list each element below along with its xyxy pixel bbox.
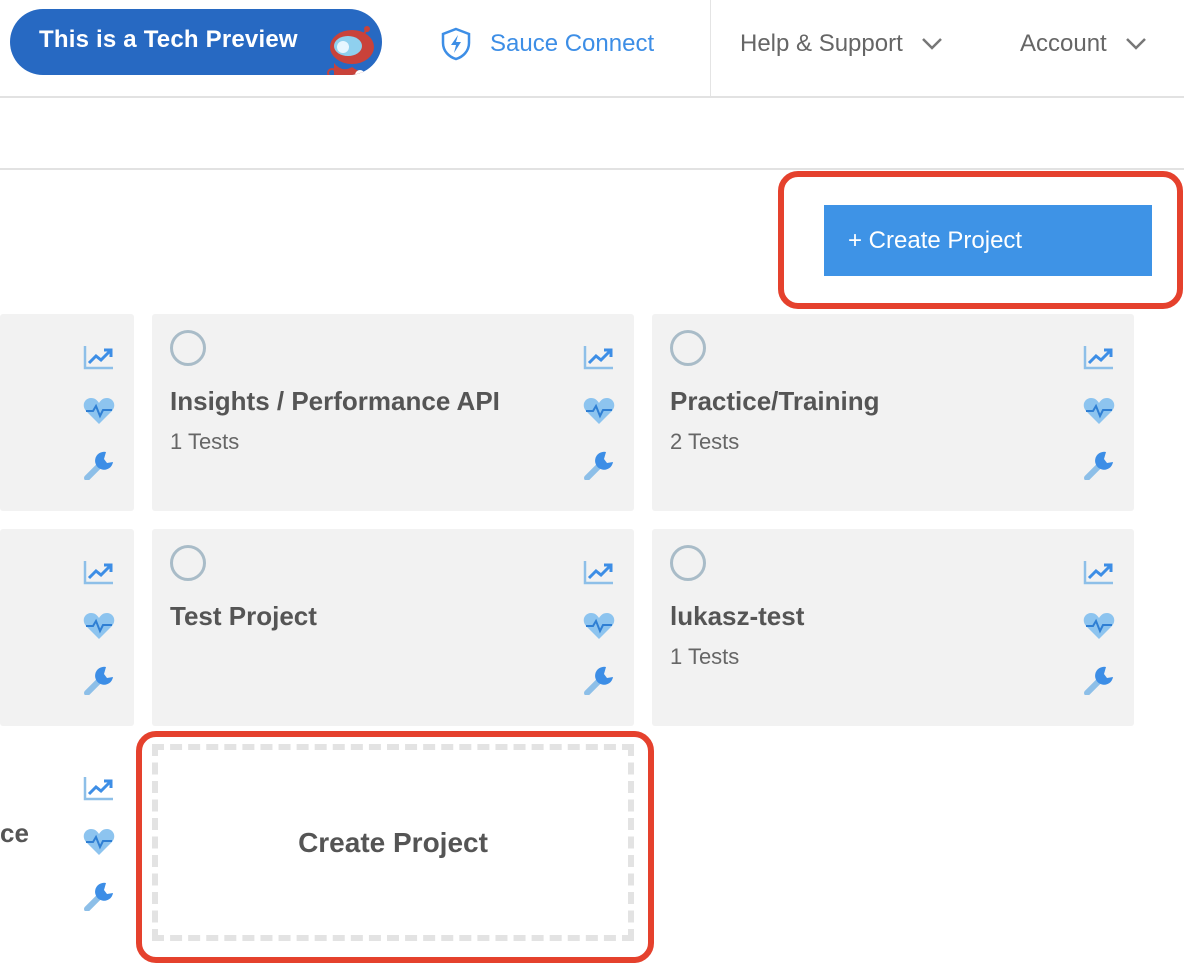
heartbeat-icon[interactable]	[1082, 611, 1116, 641]
project-card[interactable]: Test Project	[152, 529, 634, 726]
trend-chart-icon[interactable]	[82, 557, 116, 587]
heartbeat-icon[interactable]	[82, 827, 116, 857]
project-card[interactable]	[0, 314, 134, 511]
sauce-connect-link[interactable]: Sauce Connect	[440, 24, 654, 64]
card-actions	[582, 557, 616, 717]
chevron-down-icon	[1125, 38, 1146, 50]
wrench-icon[interactable]	[82, 665, 116, 695]
project-title[interactable]: ce	[0, 818, 29, 849]
project-test-count: 1 Tests	[170, 429, 240, 454]
mascot-icon	[327, 26, 374, 75]
status-circle-icon	[670, 330, 706, 366]
trend-chart-icon[interactable]	[1082, 557, 1116, 587]
project-title[interactable]: Insights / Performance API	[170, 386, 500, 417]
status-circle-icon	[670, 545, 706, 581]
trend-chart-icon[interactable]	[582, 342, 616, 372]
project-title[interactable]: Practice/Training	[670, 386, 880, 417]
status-circle-icon	[170, 330, 206, 366]
header-divider	[710, 0, 711, 96]
heartbeat-icon[interactable]	[1082, 396, 1116, 426]
project-card[interactable]: Practice/Training 2 Tests	[652, 314, 1134, 511]
project-title[interactable]: Test Project	[170, 601, 317, 632]
project-test-count: 1 Tests	[670, 644, 740, 669]
wrench-icon[interactable]	[1082, 450, 1116, 480]
wrench-icon[interactable]	[82, 881, 116, 911]
tech-preview-badge[interactable]: This is a Tech Preview	[10, 9, 382, 75]
trend-chart-icon[interactable]	[82, 773, 116, 803]
help-support-menu[interactable]: Help & Support	[740, 24, 943, 64]
help-support-label: Help & Support	[740, 30, 903, 57]
heartbeat-icon[interactable]	[82, 396, 116, 426]
create-project-button[interactable]: + Create Project	[824, 205, 1152, 276]
tech-preview-label: This is a Tech Preview	[39, 26, 298, 53]
wrench-icon[interactable]	[82, 450, 116, 480]
project-card[interactable]	[0, 529, 134, 726]
card-actions	[1082, 557, 1116, 717]
project-title[interactable]: lukasz-test	[670, 601, 804, 632]
account-label: Account	[1020, 30, 1107, 57]
top-navigation-bar: This is a Tech Preview Sauce Connect Hel…	[0, 0, 1184, 98]
shield-bolt-icon	[441, 27, 471, 61]
heartbeat-icon[interactable]	[582, 611, 616, 641]
sauce-connect-label: Sauce Connect	[490, 30, 655, 57]
card-actions	[82, 342, 116, 502]
account-menu[interactable]: Account	[1020, 24, 1147, 64]
wrench-icon[interactable]	[582, 665, 616, 695]
trend-chart-icon[interactable]	[82, 342, 116, 372]
sub-toolbar	[0, 98, 1184, 170]
highlight-annotation	[136, 731, 654, 963]
trend-chart-icon[interactable]	[582, 557, 616, 587]
chevron-down-icon	[921, 38, 942, 50]
wrench-icon[interactable]	[582, 450, 616, 480]
heartbeat-icon[interactable]	[82, 611, 116, 641]
trend-chart-icon[interactable]	[1082, 342, 1116, 372]
project-card[interactable]: Insights / Performance API 1 Tests	[152, 314, 634, 511]
card-actions	[1082, 342, 1116, 502]
card-actions	[582, 342, 616, 502]
wrench-icon[interactable]	[1082, 665, 1116, 695]
project-test-count: 2 Tests	[670, 429, 740, 454]
project-card[interactable]: lukasz-test 1 Tests	[652, 529, 1134, 726]
heartbeat-icon[interactable]	[582, 396, 616, 426]
card-actions	[82, 773, 116, 933]
card-actions	[82, 557, 116, 717]
status-circle-icon	[170, 545, 206, 581]
